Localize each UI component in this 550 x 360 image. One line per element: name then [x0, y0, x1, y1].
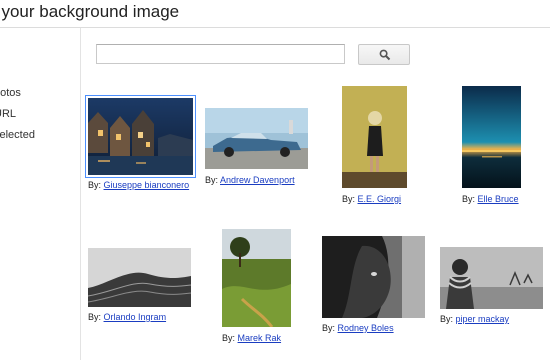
image-thumbnail-8[interactable] — [440, 247, 543, 309]
curved-building-image — [87, 248, 192, 307]
page-title: t your background image — [0, 2, 180, 21]
image-caption-7: By: Rodney Boles — [322, 323, 394, 333]
image-thumbnail-2[interactable] — [205, 108, 308, 169]
image-caption-6: By: Marek Rak — [222, 333, 281, 343]
sidebar-item-5[interactable]: selected — [0, 129, 35, 141]
sidebar-item-4[interactable]: URL — [0, 108, 16, 120]
image-caption-2: By: Andrew Davenport — [205, 175, 295, 185]
author-link[interactable]: E.E. Giorgi — [358, 194, 402, 204]
image-caption-4: By: Elle Bruce — [462, 194, 519, 204]
sunset-lake-image — [462, 86, 521, 188]
author-link[interactable]: piper mackay — [456, 314, 510, 324]
caption-by-label: By: — [88, 312, 102, 322]
caption-by-label: By: — [88, 180, 102, 190]
image-thumbnail-6[interactable] — [222, 229, 291, 328]
caption-by-label: By: — [322, 323, 336, 333]
sidebar-item-3[interactable]: hotos — [0, 87, 21, 99]
caption-by-label: By: — [205, 175, 219, 185]
author-link[interactable]: Orlando Ingram — [104, 312, 167, 322]
image-caption-5: By: Orlando Ingram — [88, 312, 166, 322]
author-link[interactable]: Giuseppe bianconero — [104, 180, 190, 190]
image-caption-3: By: E.E. Giorgi — [342, 194, 401, 204]
image-thumbnail-1[interactable] — [85, 95, 196, 178]
image-caption-1: By: Giuseppe bianconero — [88, 180, 189, 190]
image-thumbnail-5[interactable] — [87, 248, 192, 307]
author-link[interactable]: Marek Rak — [238, 333, 282, 343]
green-valley-image — [222, 229, 291, 328]
caption-by-label: By: — [440, 314, 454, 324]
caption-by-label: By: — [222, 333, 236, 343]
canal-houses-image — [88, 98, 193, 175]
search-button[interactable] — [358, 44, 410, 65]
sidebar: s hotos URL selected — [0, 28, 81, 360]
figure-gold-wall-image — [342, 86, 407, 188]
caption-by-label: By: — [342, 194, 356, 204]
author-link[interactable]: Andrew Davenport — [220, 175, 295, 185]
author-link[interactable]: Rodney Boles — [338, 323, 394, 333]
image-caption-8: By: piper mackay — [440, 314, 509, 324]
search-input[interactable] — [96, 44, 345, 64]
header-bar: t your background image — [0, 0, 550, 28]
vintage-car-image — [205, 108, 308, 169]
face-closeup-image — [322, 236, 425, 318]
search-icon — [379, 49, 391, 61]
image-thumbnail-4[interactable] — [462, 86, 521, 188]
caption-by-label: By: — [462, 194, 476, 204]
author-link[interactable]: Elle Bruce — [478, 194, 519, 204]
image-thumbnail-3[interactable] — [342, 86, 407, 188]
savanna-woman-image — [440, 247, 543, 309]
image-thumbnail-7[interactable] — [322, 236, 425, 318]
